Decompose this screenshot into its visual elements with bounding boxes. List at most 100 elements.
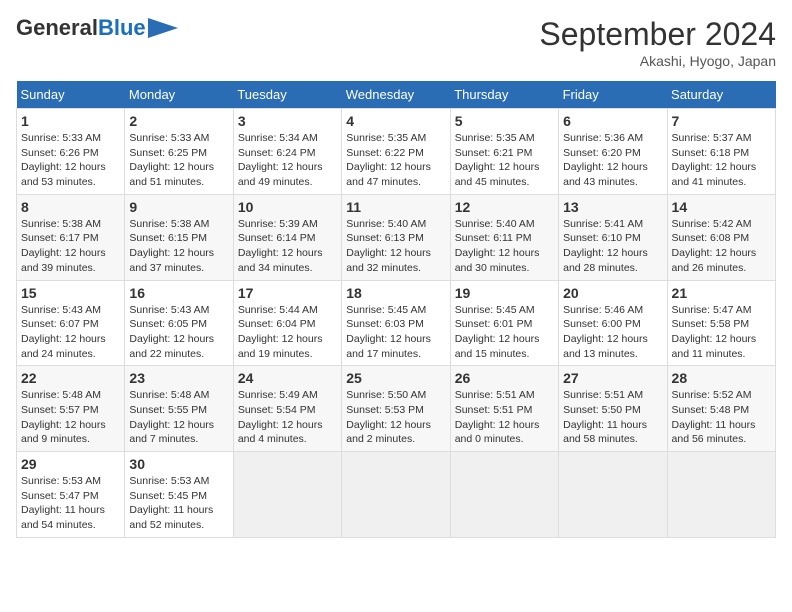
day-info: Sunrise: 5:51 AMSunset: 5:50 PMDaylight:… bbox=[563, 389, 647, 445]
day-number: 8 bbox=[21, 199, 120, 215]
weekday-header-tuesday: Tuesday bbox=[233, 81, 341, 109]
calendar-cell bbox=[450, 452, 558, 538]
day-info: Sunrise: 5:40 AMSunset: 6:13 PMDaylight:… bbox=[346, 218, 431, 274]
day-number: 5 bbox=[455, 113, 554, 129]
calendar-cell: 28 Sunrise: 5:52 AMSunset: 5:48 PMDaylig… bbox=[667, 366, 775, 452]
calendar-cell: 7 Sunrise: 5:37 AMSunset: 6:18 PMDayligh… bbox=[667, 109, 775, 195]
calendar-cell: 17 Sunrise: 5:44 AMSunset: 6:04 PMDaylig… bbox=[233, 280, 341, 366]
day-number: 30 bbox=[129, 456, 228, 472]
calendar-cell: 5 Sunrise: 5:35 AMSunset: 6:21 PMDayligh… bbox=[450, 109, 558, 195]
day-info: Sunrise: 5:37 AMSunset: 6:18 PMDaylight:… bbox=[672, 132, 757, 188]
logo-arrow-icon bbox=[148, 18, 178, 38]
calendar-week-row: 29 Sunrise: 5:53 AMSunset: 5:47 PMDaylig… bbox=[17, 452, 776, 538]
calendar-cell bbox=[667, 452, 775, 538]
day-number: 22 bbox=[21, 370, 120, 386]
day-info: Sunrise: 5:43 AMSunset: 6:07 PMDaylight:… bbox=[21, 304, 106, 360]
day-number: 2 bbox=[129, 113, 228, 129]
day-number: 25 bbox=[346, 370, 445, 386]
weekday-header-friday: Friday bbox=[559, 81, 667, 109]
day-number: 26 bbox=[455, 370, 554, 386]
calendar-cell: 9 Sunrise: 5:38 AMSunset: 6:15 PMDayligh… bbox=[125, 194, 233, 280]
day-info: Sunrise: 5:48 AMSunset: 5:57 PMDaylight:… bbox=[21, 389, 106, 445]
day-number: 20 bbox=[563, 285, 662, 301]
calendar-cell: 18 Sunrise: 5:45 AMSunset: 6:03 PMDaylig… bbox=[342, 280, 450, 366]
day-info: Sunrise: 5:48 AMSunset: 5:55 PMDaylight:… bbox=[129, 389, 214, 445]
calendar-week-row: 15 Sunrise: 5:43 AMSunset: 6:07 PMDaylig… bbox=[17, 280, 776, 366]
day-number: 10 bbox=[238, 199, 337, 215]
day-number: 9 bbox=[129, 199, 228, 215]
calendar-week-row: 8 Sunrise: 5:38 AMSunset: 6:17 PMDayligh… bbox=[17, 194, 776, 280]
weekday-header-thursday: Thursday bbox=[450, 81, 558, 109]
day-number: 23 bbox=[129, 370, 228, 386]
calendar-cell: 16 Sunrise: 5:43 AMSunset: 6:05 PMDaylig… bbox=[125, 280, 233, 366]
day-info: Sunrise: 5:46 AMSunset: 6:00 PMDaylight:… bbox=[563, 304, 648, 360]
title-block: September 2024 Akashi, Hyogo, Japan bbox=[539, 16, 776, 69]
day-number: 15 bbox=[21, 285, 120, 301]
day-info: Sunrise: 5:47 AMSunset: 5:58 PMDaylight:… bbox=[672, 304, 757, 360]
day-info: Sunrise: 5:42 AMSunset: 6:08 PMDaylight:… bbox=[672, 218, 757, 274]
logo: GeneralBlue bbox=[16, 16, 178, 40]
day-number: 21 bbox=[672, 285, 771, 301]
calendar-cell: 25 Sunrise: 5:50 AMSunset: 5:53 PMDaylig… bbox=[342, 366, 450, 452]
day-info: Sunrise: 5:35 AMSunset: 6:21 PMDaylight:… bbox=[455, 132, 540, 188]
calendar-week-row: 1 Sunrise: 5:33 AMSunset: 6:26 PMDayligh… bbox=[17, 109, 776, 195]
day-number: 4 bbox=[346, 113, 445, 129]
day-info: Sunrise: 5:33 AMSunset: 6:25 PMDaylight:… bbox=[129, 132, 214, 188]
day-number: 16 bbox=[129, 285, 228, 301]
day-number: 29 bbox=[21, 456, 120, 472]
calendar-cell: 1 Sunrise: 5:33 AMSunset: 6:26 PMDayligh… bbox=[17, 109, 125, 195]
day-number: 1 bbox=[21, 113, 120, 129]
weekday-header-saturday: Saturday bbox=[667, 81, 775, 109]
day-number: 12 bbox=[455, 199, 554, 215]
day-number: 18 bbox=[346, 285, 445, 301]
day-number: 19 bbox=[455, 285, 554, 301]
calendar-cell bbox=[342, 452, 450, 538]
day-info: Sunrise: 5:50 AMSunset: 5:53 PMDaylight:… bbox=[346, 389, 431, 445]
calendar-cell: 14 Sunrise: 5:42 AMSunset: 6:08 PMDaylig… bbox=[667, 194, 775, 280]
page-header: GeneralBlue September 2024 Akashi, Hyogo… bbox=[16, 16, 776, 69]
day-info: Sunrise: 5:38 AMSunset: 6:15 PMDaylight:… bbox=[129, 218, 214, 274]
calendar-cell: 27 Sunrise: 5:51 AMSunset: 5:50 PMDaylig… bbox=[559, 366, 667, 452]
day-info: Sunrise: 5:44 AMSunset: 6:04 PMDaylight:… bbox=[238, 304, 323, 360]
day-info: Sunrise: 5:38 AMSunset: 6:17 PMDaylight:… bbox=[21, 218, 106, 274]
day-info: Sunrise: 5:52 AMSunset: 5:48 PMDaylight:… bbox=[672, 389, 756, 445]
calendar-cell: 6 Sunrise: 5:36 AMSunset: 6:20 PMDayligh… bbox=[559, 109, 667, 195]
calendar-cell: 8 Sunrise: 5:38 AMSunset: 6:17 PMDayligh… bbox=[17, 194, 125, 280]
calendar-cell: 19 Sunrise: 5:45 AMSunset: 6:01 PMDaylig… bbox=[450, 280, 558, 366]
day-info: Sunrise: 5:51 AMSunset: 5:51 PMDaylight:… bbox=[455, 389, 540, 445]
calendar-cell: 4 Sunrise: 5:35 AMSunset: 6:22 PMDayligh… bbox=[342, 109, 450, 195]
day-number: 28 bbox=[672, 370, 771, 386]
calendar-cell: 11 Sunrise: 5:40 AMSunset: 6:13 PMDaylig… bbox=[342, 194, 450, 280]
calendar-cell: 21 Sunrise: 5:47 AMSunset: 5:58 PMDaylig… bbox=[667, 280, 775, 366]
weekday-header-monday: Monday bbox=[125, 81, 233, 109]
logo-text: GeneralBlue bbox=[16, 16, 146, 40]
day-info: Sunrise: 5:43 AMSunset: 6:05 PMDaylight:… bbox=[129, 304, 214, 360]
location: Akashi, Hyogo, Japan bbox=[539, 53, 776, 69]
calendar-cell: 26 Sunrise: 5:51 AMSunset: 5:51 PMDaylig… bbox=[450, 366, 558, 452]
calendar-cell: 12 Sunrise: 5:40 AMSunset: 6:11 PMDaylig… bbox=[450, 194, 558, 280]
calendar-cell: 3 Sunrise: 5:34 AMSunset: 6:24 PMDayligh… bbox=[233, 109, 341, 195]
calendar-header-row: SundayMondayTuesdayWednesdayThursdayFrid… bbox=[17, 81, 776, 109]
calendar-cell: 2 Sunrise: 5:33 AMSunset: 6:25 PMDayligh… bbox=[125, 109, 233, 195]
day-number: 13 bbox=[563, 199, 662, 215]
day-info: Sunrise: 5:41 AMSunset: 6:10 PMDaylight:… bbox=[563, 218, 648, 274]
calendar-cell: 20 Sunrise: 5:46 AMSunset: 6:00 PMDaylig… bbox=[559, 280, 667, 366]
day-number: 24 bbox=[238, 370, 337, 386]
day-number: 6 bbox=[563, 113, 662, 129]
day-number: 14 bbox=[672, 199, 771, 215]
month-title: September 2024 bbox=[539, 16, 776, 53]
calendar-cell: 29 Sunrise: 5:53 AMSunset: 5:47 PMDaylig… bbox=[17, 452, 125, 538]
weekday-header-sunday: Sunday bbox=[17, 81, 125, 109]
day-info: Sunrise: 5:33 AMSunset: 6:26 PMDaylight:… bbox=[21, 132, 106, 188]
calendar-table: SundayMondayTuesdayWednesdayThursdayFrid… bbox=[16, 81, 776, 538]
calendar-cell: 10 Sunrise: 5:39 AMSunset: 6:14 PMDaylig… bbox=[233, 194, 341, 280]
calendar-cell: 24 Sunrise: 5:49 AMSunset: 5:54 PMDaylig… bbox=[233, 366, 341, 452]
day-number: 3 bbox=[238, 113, 337, 129]
day-number: 11 bbox=[346, 199, 445, 215]
weekday-header-wednesday: Wednesday bbox=[342, 81, 450, 109]
day-number: 27 bbox=[563, 370, 662, 386]
day-info: Sunrise: 5:39 AMSunset: 6:14 PMDaylight:… bbox=[238, 218, 323, 274]
calendar-cell: 30 Sunrise: 5:53 AMSunset: 5:45 PMDaylig… bbox=[125, 452, 233, 538]
calendar-cell bbox=[559, 452, 667, 538]
day-info: Sunrise: 5:36 AMSunset: 6:20 PMDaylight:… bbox=[563, 132, 648, 188]
